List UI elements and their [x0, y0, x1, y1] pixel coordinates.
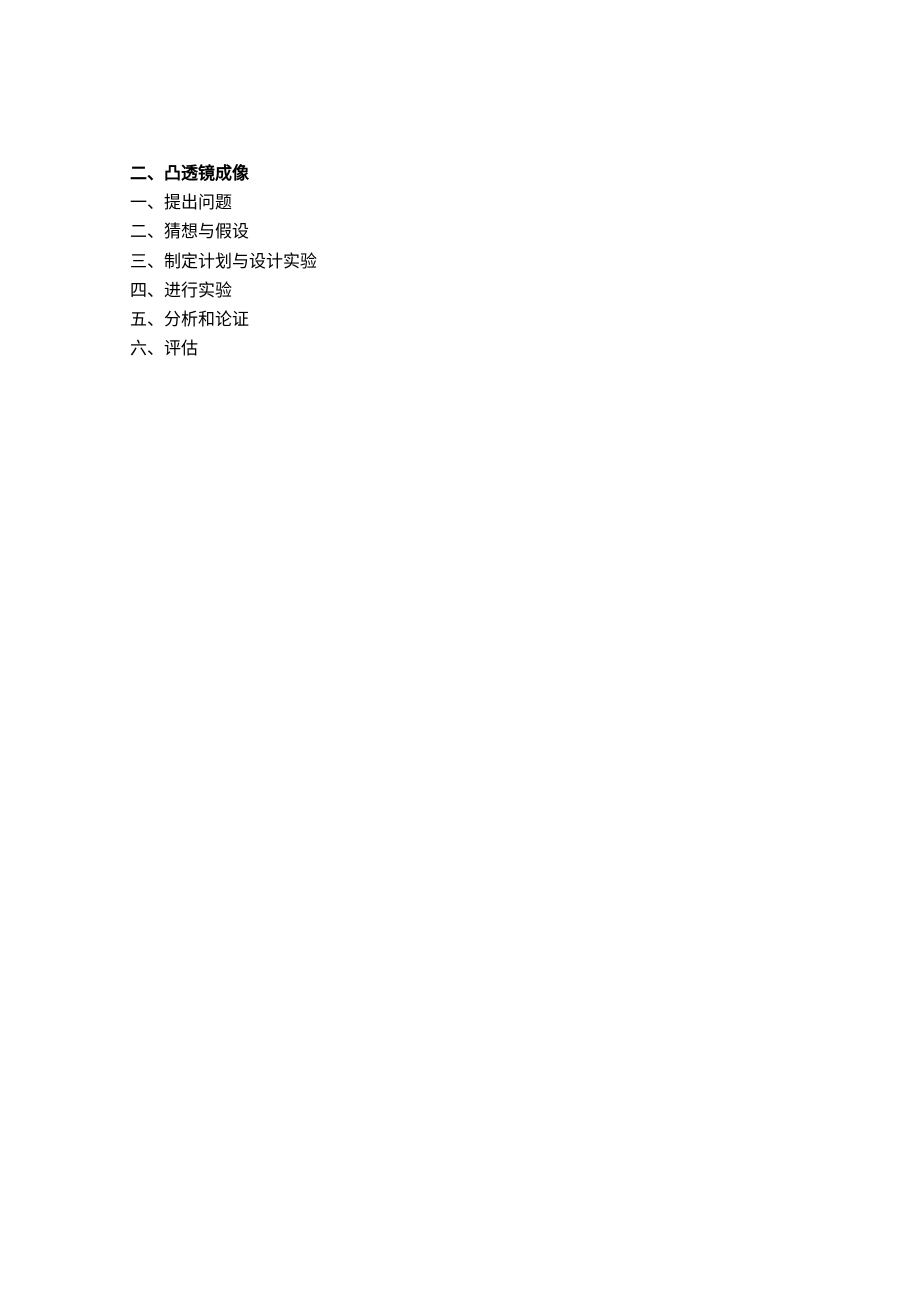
list-item: 四、进行实验 [130, 277, 790, 304]
document-page: 二、凸透镜成像 一、提出问题 二、猜想与假设 三、制定计划与设计实验 四、进行实… [0, 0, 920, 362]
list-item: 一、提出问题 [130, 189, 790, 216]
list-item: 五、分析和论证 [130, 306, 790, 333]
list-item: 六、评估 [130, 335, 790, 362]
list-item: 二、猜想与假设 [130, 218, 790, 245]
section-title: 二、凸透镜成像 [130, 160, 790, 187]
list-item: 三、制定计划与设计实验 [130, 248, 790, 275]
